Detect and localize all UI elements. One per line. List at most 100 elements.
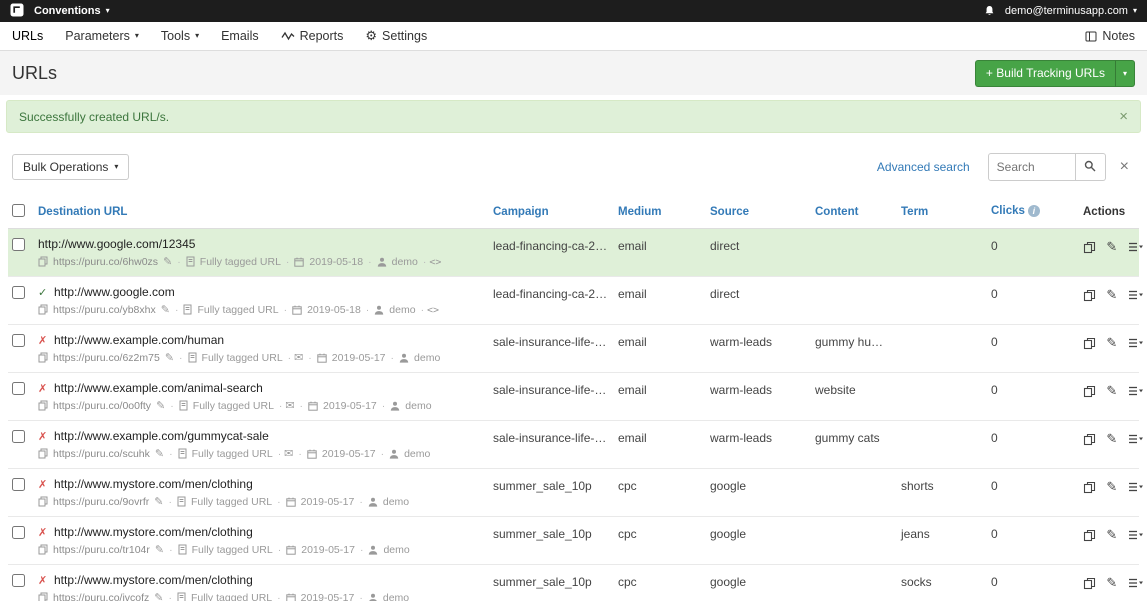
bulk-operations-button[interactable]: Bulk Operations ▾ bbox=[12, 154, 129, 180]
more-actions-icon[interactable] bbox=[1128, 241, 1144, 253]
edit-action-icon[interactable]: ✎ bbox=[1106, 239, 1117, 255]
header-campaign[interactable]: Campaign bbox=[493, 206, 549, 218]
copy-action-icon[interactable] bbox=[1083, 529, 1096, 542]
tab-settings[interactable]: ⚙ Settings bbox=[365, 28, 427, 44]
destination-url-link[interactable]: http://www.mystore.com/men/clothing bbox=[54, 525, 253, 539]
edit-action-icon[interactable]: ✎ bbox=[1106, 287, 1117, 303]
row-checkbox[interactable] bbox=[12, 238, 25, 251]
tab-tools[interactable]: Tools▾ bbox=[161, 29, 199, 43]
more-actions-icon[interactable] bbox=[1128, 289, 1144, 301]
search-button[interactable] bbox=[1076, 153, 1106, 181]
copy-action-icon[interactable] bbox=[1083, 385, 1096, 398]
destination-url-link[interactable]: http://www.mystore.com/men/clothing bbox=[54, 477, 253, 491]
short-url-link[interactable]: https://puru.co/jvcofz bbox=[53, 592, 149, 601]
copy-action-icon[interactable] bbox=[1083, 337, 1096, 350]
destination-url-link[interactable]: http://www.example.com/human bbox=[54, 333, 224, 347]
row-checkbox[interactable] bbox=[12, 334, 25, 347]
code-icon[interactable]: <> bbox=[429, 257, 441, 268]
copy-short-url-icon[interactable] bbox=[38, 304, 48, 315]
envelope-icon[interactable]: ✉ bbox=[284, 447, 293, 460]
copy-action-icon[interactable] bbox=[1083, 289, 1096, 302]
destination-url-link[interactable]: http://www.google.com/12345 bbox=[38, 237, 195, 251]
tab-parameters[interactable]: Parameters▾ bbox=[65, 29, 139, 43]
edit-action-icon[interactable]: ✎ bbox=[1106, 383, 1117, 399]
copy-action-icon[interactable] bbox=[1083, 577, 1096, 590]
edit-action-icon[interactable]: ✎ bbox=[1106, 527, 1117, 543]
notifications-bell-icon[interactable] bbox=[984, 5, 995, 17]
copy-action-icon[interactable] bbox=[1083, 481, 1096, 494]
advanced-search-link[interactable]: Advanced search bbox=[877, 160, 970, 174]
build-dropdown-toggle[interactable]: ▾ bbox=[1115, 60, 1135, 87]
row-checkbox[interactable] bbox=[12, 430, 25, 443]
row-checkbox[interactable] bbox=[12, 478, 25, 491]
header-destination-url[interactable]: Destination URL bbox=[38, 206, 127, 218]
more-actions-icon[interactable] bbox=[1128, 577, 1144, 589]
created-date: 2019-05-17 bbox=[301, 496, 355, 508]
more-actions-icon[interactable] bbox=[1128, 481, 1144, 493]
app-logo-icon[interactable] bbox=[10, 3, 24, 20]
header-content[interactable]: Content bbox=[815, 206, 858, 218]
copy-short-url-icon[interactable] bbox=[38, 544, 48, 555]
edit-action-icon[interactable]: ✎ bbox=[1106, 431, 1117, 447]
edit-short-url-icon[interactable]: ✎ bbox=[165, 351, 174, 364]
copy-short-url-icon[interactable] bbox=[38, 592, 48, 601]
account-menu[interactable]: demo@terminusapp.com ▾ bbox=[1005, 5, 1137, 17]
short-url-link[interactable]: https://puru.co/scuhk bbox=[53, 448, 150, 460]
more-actions-icon[interactable] bbox=[1128, 337, 1144, 349]
separator-dot: · bbox=[359, 592, 363, 601]
copy-short-url-icon[interactable] bbox=[38, 256, 48, 267]
destination-url-link[interactable]: http://www.google.com bbox=[54, 285, 175, 299]
workspace-menu[interactable]: Conventions ▾ bbox=[34, 5, 110, 17]
short-url-link[interactable]: https://puru.co/6hw0zs bbox=[53, 256, 158, 268]
select-all-checkbox[interactable] bbox=[12, 204, 25, 217]
more-actions-icon[interactable] bbox=[1128, 433, 1144, 445]
copy-short-url-icon[interactable] bbox=[38, 352, 48, 363]
tab-emails[interactable]: Emails bbox=[221, 29, 259, 43]
copy-short-url-icon[interactable] bbox=[38, 448, 48, 459]
more-actions-icon[interactable] bbox=[1128, 529, 1144, 541]
header-medium[interactable]: Medium bbox=[618, 206, 661, 218]
search-clear-icon[interactable]: × bbox=[1114, 156, 1135, 178]
row-checkbox[interactable] bbox=[12, 286, 25, 299]
tab-reports[interactable]: Reports bbox=[281, 29, 344, 43]
edit-short-url-icon[interactable]: ✎ bbox=[154, 591, 163, 601]
search-input[interactable] bbox=[988, 153, 1076, 181]
short-url-link[interactable]: https://puru.co/yb8xhx bbox=[53, 304, 156, 316]
edit-action-icon[interactable]: ✎ bbox=[1106, 575, 1117, 591]
row-checkbox[interactable] bbox=[12, 574, 25, 587]
edit-action-icon[interactable]: ✎ bbox=[1106, 335, 1117, 351]
edit-short-url-icon[interactable]: ✎ bbox=[156, 399, 165, 412]
short-url-link[interactable]: https://puru.co/6z2m75 bbox=[53, 352, 160, 364]
header-term[interactable]: Term bbox=[901, 206, 928, 218]
copy-short-url-icon[interactable] bbox=[38, 400, 48, 411]
destination-url-link[interactable]: http://www.example.com/gummycat-sale bbox=[54, 429, 269, 443]
edit-short-url-icon[interactable]: ✎ bbox=[161, 303, 170, 316]
destination-url-link[interactable]: http://www.mystore.com/men/clothing bbox=[54, 573, 253, 587]
short-url-link[interactable]: https://puru.co/0o0fty bbox=[53, 400, 151, 412]
destination-url-link[interactable]: http://www.example.com/animal-search bbox=[54, 381, 263, 395]
nav-notes[interactable]: Notes bbox=[1085, 29, 1135, 43]
header-clicks[interactable]: Clicks bbox=[991, 206, 1025, 218]
row-checkbox[interactable] bbox=[12, 382, 25, 395]
envelope-icon[interactable]: ✉ bbox=[294, 351, 303, 364]
more-actions-icon[interactable] bbox=[1128, 385, 1144, 397]
edit-short-url-icon[interactable]: ✎ bbox=[155, 543, 164, 556]
short-url-link[interactable]: https://puru.co/9ovrfr bbox=[53, 496, 149, 508]
copy-short-url-icon[interactable] bbox=[38, 496, 48, 507]
header-source[interactable]: Source bbox=[710, 206, 749, 218]
edit-short-url-icon[interactable]: ✎ bbox=[154, 495, 163, 508]
tab-urls[interactable]: URLs bbox=[12, 29, 43, 43]
copy-action-icon[interactable] bbox=[1083, 433, 1096, 446]
edit-action-icon[interactable]: ✎ bbox=[1106, 479, 1117, 495]
tagged-doc-icon bbox=[177, 496, 186, 507]
code-icon[interactable]: <> bbox=[427, 305, 439, 316]
alert-close-icon[interactable]: × bbox=[1119, 109, 1128, 124]
info-icon[interactable]: i bbox=[1028, 205, 1040, 217]
edit-short-url-icon[interactable]: ✎ bbox=[163, 255, 172, 268]
short-url-link[interactable]: https://puru.co/tr104r bbox=[53, 544, 150, 556]
edit-short-url-icon[interactable]: ✎ bbox=[155, 447, 164, 460]
envelope-icon[interactable]: ✉ bbox=[285, 399, 294, 412]
copy-action-icon[interactable] bbox=[1083, 241, 1096, 254]
row-checkbox[interactable] bbox=[12, 526, 25, 539]
build-tracking-urls-button[interactable]: + Build Tracking URLs bbox=[975, 60, 1115, 87]
